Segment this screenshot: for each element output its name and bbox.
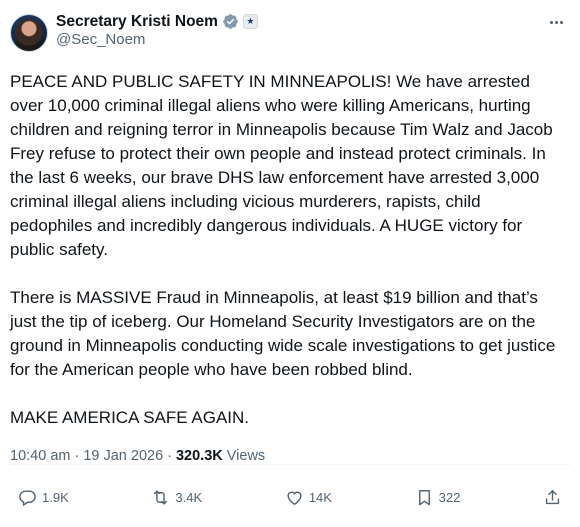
like-count: 14K: [308, 489, 332, 505]
reply-count: 1.9K: [42, 489, 69, 505]
tweet-metadata: 10:40 am · 19 Jan 2026 · 320.3K Views: [10, 448, 570, 464]
dhs-seal-icon[interactable]: ★: [242, 14, 258, 30]
dot-icon: [554, 20, 558, 24]
tweet-date[interactable]: 19 Jan 2026: [83, 448, 163, 464]
repost-icon: [154, 489, 168, 505]
views-count[interactable]: 320.3K: [176, 448, 223, 464]
author-info: Secretary Kristi Noem ★ @Sec_Noem: [56, 12, 258, 50]
tweet-paragraph: There is MASSIVE Fraud in Minneapolis, a…: [10, 288, 556, 379]
views-label: Views: [226, 448, 266, 464]
bookmark-icon: [418, 489, 430, 505]
dot-icon: [559, 20, 563, 24]
repost-count: 3.4K: [175, 489, 203, 505]
name-row: Secretary Kristi Noem ★: [56, 12, 258, 31]
divider: [10, 464, 570, 465]
action-bar: 1.9K 3.4K 14K 322: [0, 485, 580, 509]
tweet-paragraph: MAKE AMERICA SAFE AGAIN.: [10, 408, 250, 427]
separator: ·: [167, 448, 172, 464]
tweet-text: PEACE AND PUBLIC SAFETY IN MINNEAPOLIS! …: [10, 70, 560, 430]
heart-icon: [287, 491, 302, 505]
more-options-button[interactable]: [546, 12, 566, 32]
avatar[interactable]: [10, 14, 48, 52]
reply-icon: [19, 489, 36, 506]
author-handle[interactable]: @Sec_Noem: [56, 31, 258, 50]
bookmark-button[interactable]: 322: [415, 488, 461, 507]
share-button[interactable]: [543, 488, 562, 507]
tweet-header: Secretary Kristi Noem ★ @Sec_Noem: [10, 12, 570, 58]
reply-button[interactable]: 1.9K: [18, 488, 69, 507]
verified-badge-icon: [223, 14, 238, 29]
like-button[interactable]: 14K: [285, 488, 332, 507]
dot-icon: [549, 20, 553, 24]
repost-button[interactable]: 3.4K: [151, 488, 202, 507]
tweet-time[interactable]: 10:40 am: [10, 448, 70, 464]
bookmark-count: 322: [438, 489, 461, 505]
author-name[interactable]: Secretary Kristi Noem: [56, 12, 218, 31]
separator: ·: [74, 448, 80, 464]
tweet-paragraph: PEACE AND PUBLIC SAFETY IN MINNEAPOLIS! …: [10, 72, 553, 259]
tweet-card: Secretary Kristi Noem ★ @Sec_Noem PEACE …: [0, 0, 580, 527]
share-icon: [545, 489, 560, 504]
